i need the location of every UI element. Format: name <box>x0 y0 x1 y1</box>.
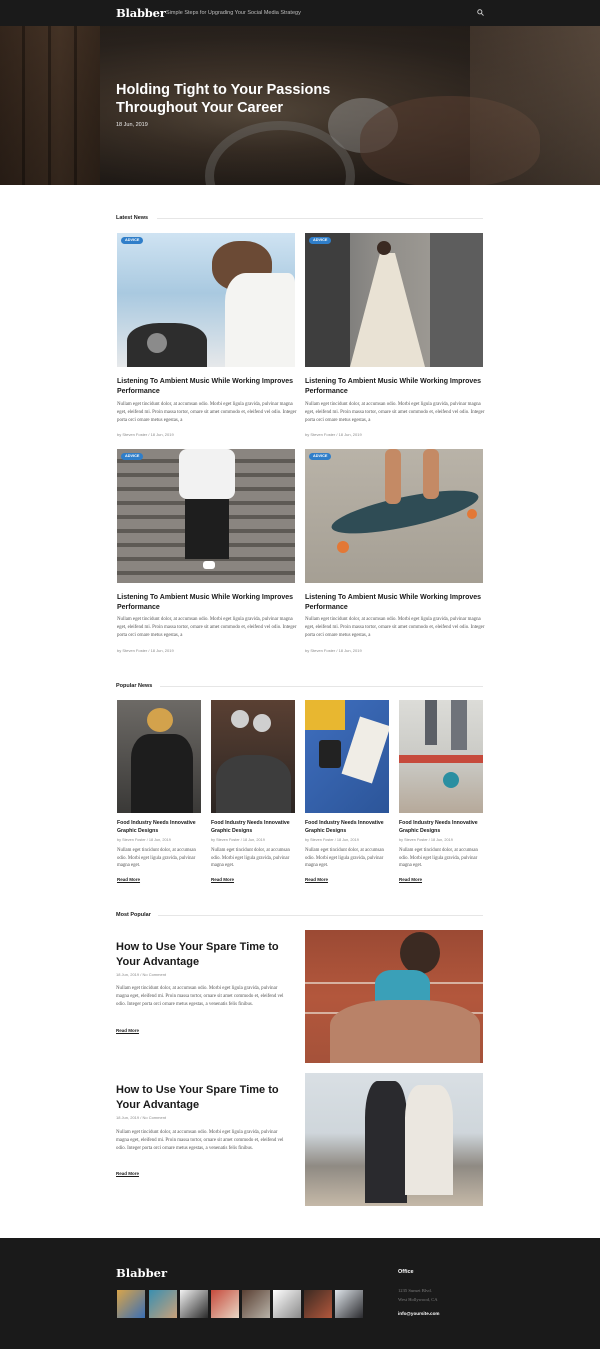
most-popular-title[interactable]: How to Use Your Spare Time to Your Advan… <box>116 940 286 969</box>
read-more-link[interactable]: Read More <box>117 877 140 882</box>
article-image[interactable]: ADVICE <box>117 233 295 367</box>
article-image[interactable]: ADVICE <box>305 233 483 367</box>
office-address-line: 1235 Sunset Blvd. <box>398 1288 432 1293</box>
category-badge[interactable]: ADVICE <box>309 237 332 244</box>
most-popular-image[interactable] <box>305 1073 483 1206</box>
popular-image[interactable] <box>399 700 483 813</box>
article-title[interactable]: Listening To Ambient Music While Working… <box>117 377 295 396</box>
section-divider <box>158 915 483 916</box>
footer-email-link[interactable]: info@yoursite.com <box>398 1311 440 1316</box>
popular-meta: by Steven Foster / 18 Jun, 2019 <box>211 838 265 842</box>
site-logo[interactable]: Blabber <box>116 6 166 20</box>
top-bar: Blabber Simple Steps for Upgrading Your … <box>0 0 600 26</box>
office-heading: Office <box>398 1269 414 1275</box>
most-popular-meta: 18 Jun, 2019 / No Comment <box>116 1115 167 1120</box>
read-more-link[interactable]: Read More <box>116 1171 139 1176</box>
category-badge[interactable]: ADVICE <box>309 453 332 460</box>
header-tagline-link[interactable]: Simple Steps for Upgrading Your Social M… <box>166 10 301 16</box>
footer-logo[interactable]: Blabber <box>116 1266 167 1280</box>
hero-date: 18 Jun, 2019 <box>116 122 148 128</box>
article-title[interactable]: Listening To Ambient Music While Working… <box>305 593 483 612</box>
most-popular-heading: Most Popular <box>116 912 151 918</box>
popular-meta: by Steven Foster / 18 Jun, 2019 <box>305 838 359 842</box>
popular-excerpt: Nullam eget tincidunt dolor, at accumsan… <box>399 848 478 869</box>
article-title[interactable]: Listening To Ambient Music While Working… <box>117 593 295 612</box>
hero-banner[interactable]: Holding Tight to Your Passions Throughou… <box>0 26 600 185</box>
footer-thumbnail[interactable] <box>149 1290 177 1318</box>
article-image[interactable]: ADVICE <box>305 449 483 583</box>
most-popular-excerpt: Nullam eget tincidunt dolor, at accumsan… <box>116 1130 284 1152</box>
popular-image[interactable] <box>305 700 389 813</box>
category-badge[interactable]: ADVICE <box>121 453 144 460</box>
article-excerpt: Nullam eget tincidunt dolor, at accumsan… <box>117 617 297 639</box>
read-more-link[interactable]: Read More <box>305 877 328 882</box>
most-popular-title[interactable]: How to Use Your Spare Time to Your Advan… <box>116 1083 286 1112</box>
article-title[interactable]: Listening To Ambient Music While Working… <box>305 377 483 396</box>
popular-meta: by Steven Foster / 18 Jun, 2019 <box>399 838 453 842</box>
site-footer: Blabber Office 1235 Sunset Blvd. West Ho… <box>0 1238 600 1349</box>
footer-thumbnail[interactable] <box>180 1290 208 1318</box>
office-address-line: West Hollywood, CA <box>398 1297 438 1302</box>
read-more-link[interactable]: Read More <box>116 1028 139 1033</box>
popular-image[interactable] <box>117 700 201 813</box>
footer-thumbnail[interactable] <box>304 1290 332 1318</box>
footer-thumbnail[interactable] <box>335 1290 363 1318</box>
article-meta: by Steven Foster / 18 Jun, 2019 <box>117 648 174 653</box>
article-excerpt: Nullam eget tincidunt dolor, at accumsan… <box>305 617 485 639</box>
section-divider <box>160 686 483 687</box>
latest-news-heading: Latest News <box>116 215 149 221</box>
hero-title[interactable]: Holding Tight to Your Passions Throughou… <box>116 81 376 117</box>
popular-news-heading: Popular News <box>116 683 153 689</box>
article-image[interactable]: ADVICE <box>117 449 295 583</box>
read-more-link[interactable]: Read More <box>399 877 422 882</box>
category-badge[interactable]: ADVICE <box>121 237 144 244</box>
article-excerpt: Nullam eget tincidunt dolor, at accumsan… <box>117 402 297 424</box>
article-meta: by Steven Foster / 18 Jun, 2019 <box>305 432 362 437</box>
search-icon[interactable] <box>477 9 484 16</box>
article-meta: by Steven Foster / 18 Jun, 2019 <box>305 648 362 653</box>
popular-title[interactable]: Food Industry Needs Innovative Graphic D… <box>399 820 485 835</box>
popular-excerpt: Nullam eget tincidunt dolor, at accumsan… <box>117 848 196 869</box>
popular-title[interactable]: Food Industry Needs Innovative Graphic D… <box>305 820 391 835</box>
popular-title[interactable]: Food Industry Needs Innovative Graphic D… <box>117 820 203 835</box>
most-popular-meta: 18 Jun, 2019 / No Comment <box>116 972 167 977</box>
popular-meta: by Steven Foster / 18 Jun, 2019 <box>117 838 171 842</box>
most-popular-excerpt: Nullam eget tincidunt dolor, at accumsan… <box>116 986 284 1008</box>
popular-image[interactable] <box>211 700 295 813</box>
popular-excerpt: Nullam eget tincidunt dolor, at accumsan… <box>211 848 290 869</box>
article-excerpt: Nullam eget tincidunt dolor, at accumsan… <box>305 402 485 424</box>
popular-excerpt: Nullam eget tincidunt dolor, at accumsan… <box>305 848 384 869</box>
popular-title[interactable]: Food Industry Needs Innovative Graphic D… <box>211 820 297 835</box>
footer-thumbnail[interactable] <box>242 1290 270 1318</box>
section-divider <box>157 218 483 219</box>
footer-thumbnail[interactable] <box>211 1290 239 1318</box>
read-more-link[interactable]: Read More <box>211 877 234 882</box>
footer-thumbnail[interactable] <box>273 1290 301 1318</box>
article-meta: by Steven Foster / 18 Jun, 2019 <box>117 432 174 437</box>
most-popular-image[interactable] <box>305 930 483 1063</box>
footer-thumbnail[interactable] <box>117 1290 145 1318</box>
